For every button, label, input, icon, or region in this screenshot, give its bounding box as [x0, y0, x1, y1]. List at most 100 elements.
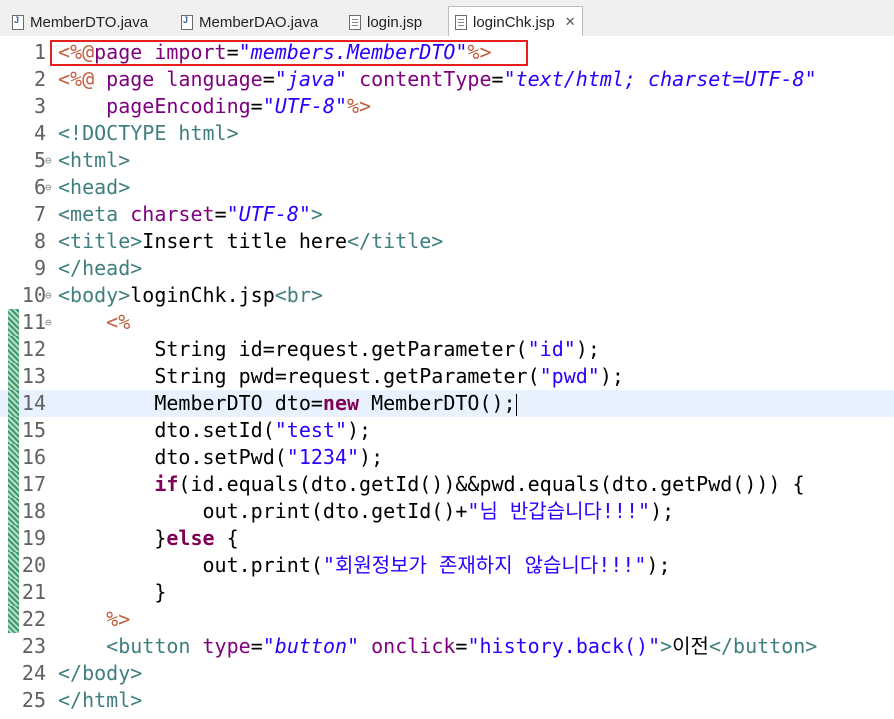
code-text: <!DOCTYPE html> [58, 120, 239, 147]
code-line[interactable]: 21 } [0, 579, 894, 606]
line-number: 20 [21, 553, 46, 577]
code-token: "님 반갑습니다!!!" [467, 499, 651, 523]
code-token: type [202, 634, 251, 658]
code-line[interactable]: 25 </html> [0, 687, 894, 714]
fold-icon[interactable]: ⊖ [45, 309, 52, 336]
tab-login-jsp[interactable]: login.jsp [349, 8, 422, 36]
code-text: dto.setPwd("1234"); [58, 444, 383, 471]
code-token: = [491, 67, 504, 91]
code-token: "1234" [286, 445, 360, 469]
code-line[interactable]: 24 </body> [0, 660, 894, 687]
line-number: 22 [21, 607, 46, 631]
java-file-icon [12, 14, 24, 30]
code-text: <button type="button" onclick="history.b… [58, 633, 817, 660]
code-token: new [322, 391, 360, 415]
jsp-file-icon [455, 14, 467, 30]
code-token: ); [646, 553, 671, 577]
code-token: Insert title here [142, 229, 347, 253]
code-line[interactable]: 6 ⊖ <head> [0, 174, 894, 201]
tab-label: MemberDAO.java [199, 13, 319, 31]
close-icon[interactable]: ✕ [565, 14, 576, 30]
code-line[interactable]: 11 ⊖ <% [0, 309, 894, 336]
code-token: if [154, 472, 179, 496]
code-token: %> [106, 607, 131, 631]
code-token: page [106, 67, 155, 91]
tab-memberdto-java[interactable]: MemberDTO.java [12, 8, 148, 36]
line-number: 2 [33, 67, 46, 91]
code-token: ); [575, 337, 600, 361]
code-line[interactable]: 13 String pwd=request.getParameter("pwd"… [0, 363, 894, 390]
code-text: }else { [58, 525, 238, 552]
code-line[interactable]: 22 %> [0, 606, 894, 633]
code-token: "java" [274, 67, 348, 91]
code-line[interactable]: 18 out.print(dto.getId()+"님 반갑습니다!!!"); [0, 498, 894, 525]
code-token: MemberDTO dto= [58, 391, 323, 415]
code-line[interactable]: 12 String id=request.getParameter("id"); [0, 336, 894, 363]
code-token: = [250, 634, 263, 658]
code-line[interactable]: 19 }else { [0, 525, 894, 552]
code-token: ); [599, 364, 624, 388]
code-line[interactable]: 3 pageEncoding="UTF-8"%> [0, 93, 894, 120]
code-token: "text/html; charset=UTF-8" [503, 67, 817, 91]
line-number: 17 [21, 472, 46, 496]
code-token: </html> [58, 688, 143, 712]
code-text: <body>loginChk.jsp<br> [58, 282, 323, 309]
code-token: = [250, 94, 263, 118]
code-token: </head> [58, 256, 143, 280]
code-text: </html> [58, 687, 142, 714]
code-token: "id" [527, 337, 576, 361]
code-text: MemberDTO dto=new MemberDTO(); [58, 390, 517, 417]
code-line[interactable]: 15 dto.setId("test"); [0, 417, 894, 444]
tab-label: login.jsp [367, 13, 423, 31]
line-number: 19 [21, 526, 46, 550]
code-token: loginChk.jsp [130, 283, 275, 307]
code-token: > [660, 634, 673, 658]
code-line[interactable]: 14 MemberDTO dto=new MemberDTO(); [0, 390, 894, 417]
code-line[interactable]: 4 <!DOCTYPE html> [0, 120, 894, 147]
tab-loginchk-jsp[interactable]: loginChk.jsp ✕ [448, 6, 583, 37]
fold-icon[interactable]: ⊖ [45, 147, 52, 174]
code-token: pageEncoding [106, 94, 251, 118]
code-token: "history.back()" [467, 634, 661, 658]
code-line[interactable]: 16 dto.setPwd("1234"); [0, 444, 894, 471]
code-text: out.print(dto.getId()+"님 반갑습니다!!!"); [58, 498, 674, 525]
tab-label: loginChk.jsp [473, 13, 555, 31]
code-token: </title> [347, 229, 444, 253]
code-line[interactable]: 10 ⊖ <body>loginChk.jsp<br> [0, 282, 894, 309]
code-line[interactable]: 17 if(id.equals(dto.getId())&&pwd.equals… [0, 471, 894, 498]
code-line[interactable]: 2 <%@ page language="java" contentType="t… [0, 66, 894, 93]
tab-memberdao-java[interactable]: MemberDAO.java [181, 8, 318, 36]
line-number: 7 [33, 202, 46, 226]
code-token: contentType [359, 67, 492, 91]
code-line[interactable]: 7 <meta charset="UTF-8"> [0, 201, 894, 228]
code-text: dto.setId("test"); [58, 417, 371, 444]
fold-icon[interactable]: ⊖ [45, 282, 52, 309]
code-token: "pwd" [539, 364, 600, 388]
code-text: String pwd=request.getParameter("pwd"); [58, 363, 624, 390]
code-text: <html> [58, 147, 130, 174]
fold-icon[interactable]: ⊖ [45, 174, 52, 201]
code-text: <meta charset="UTF-8"> [58, 201, 323, 228]
line-number: 8 [33, 229, 46, 253]
code-token: ); [347, 418, 372, 442]
code-editor[interactable]: 1 <%@page import="members.MemberDTO"%> 2 <%… [0, 36, 894, 719]
code-line[interactable]: 5 ⊖ <html> [0, 147, 894, 174]
code-token: } [58, 526, 167, 550]
code-token: <head> [58, 175, 131, 199]
code-token: out.print(dto.getId()+ [58, 499, 468, 523]
code-text: </head> [58, 255, 142, 282]
code-line[interactable]: 9 </head> [0, 255, 894, 282]
code-line[interactable]: 8 <title>Insert title here</title> [0, 228, 894, 255]
code-line[interactable]: 20 out.print("회원정보가 존재하지 않습니다!!!"); [0, 552, 894, 579]
code-line[interactable]: 23 <button type="button" onclick="histor… [0, 633, 894, 660]
line-number: 16 [21, 445, 46, 469]
